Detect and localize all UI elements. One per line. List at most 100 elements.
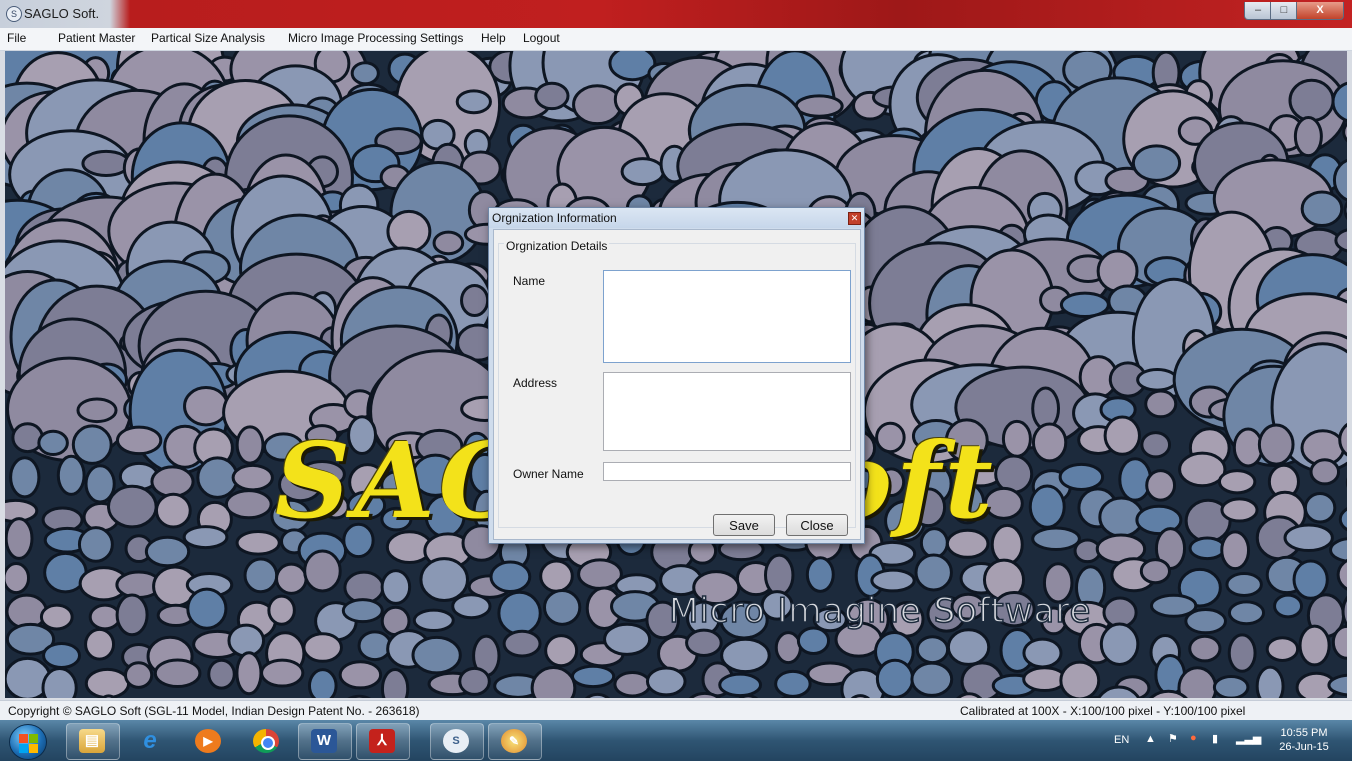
cell-shape xyxy=(539,559,574,593)
taskbar-file-explorer[interactable]: ▤ xyxy=(66,723,120,760)
dialog-titlebar[interactable]: Orgnization Information ✕ xyxy=(489,208,864,228)
cell-shape xyxy=(231,463,274,492)
cell-shape xyxy=(1140,431,1172,459)
taskbar-chrome[interactable] xyxy=(240,723,294,760)
cell-shape xyxy=(489,560,532,594)
name-label: Name xyxy=(513,274,546,288)
clock-time: 10:55 PM xyxy=(1280,727,1328,739)
start-orb-icon[interactable] xyxy=(9,724,47,760)
clock[interactable]: 10:55 PM 26-Jun-15 xyxy=(1274,726,1334,754)
save-button[interactable]: Save xyxy=(713,514,775,536)
cell-shape xyxy=(303,549,342,593)
owner-name-field[interactable] xyxy=(603,462,851,481)
cell-shape xyxy=(645,666,687,697)
cell-shape xyxy=(451,593,492,620)
cell-shape xyxy=(235,651,263,696)
taskbar-saglo[interactable]: S xyxy=(430,723,484,760)
cell-shape xyxy=(71,424,113,465)
close-button[interactable]: Close xyxy=(786,514,848,536)
network-signal-icon[interactable]: ▂▃▅ xyxy=(1236,732,1261,745)
address-field[interactable] xyxy=(603,372,851,451)
cell-shape xyxy=(1217,469,1257,495)
cell-shape xyxy=(107,484,158,529)
menu-micro-image-processing[interactable]: Micro Image Processing xyxy=(288,31,417,45)
address-label: Address xyxy=(513,376,558,390)
cell-shape xyxy=(910,661,954,697)
cell-shape xyxy=(946,628,991,666)
cell-shape xyxy=(1225,572,1263,597)
cell-shape xyxy=(805,556,835,593)
windows-flag-green xyxy=(29,734,38,743)
cell-shape xyxy=(1031,526,1081,551)
cell-shape xyxy=(350,61,380,86)
cell-shape xyxy=(1265,636,1300,662)
language-indicator[interactable]: EN xyxy=(1114,734,1129,746)
menu-help[interactable]: Help xyxy=(481,31,506,45)
cell-shape xyxy=(41,667,78,698)
maximize-button[interactable]: □ xyxy=(1270,2,1298,20)
cell-shape xyxy=(1309,458,1341,486)
taskbar-internet-explorer[interactable]: e xyxy=(124,723,178,760)
cell-shape xyxy=(186,587,228,630)
cell-shape xyxy=(1220,497,1259,523)
cell-shape xyxy=(1283,523,1334,553)
cell-shape xyxy=(123,661,154,689)
cell-shape xyxy=(1273,593,1304,619)
power-icon[interactable]: ▮ xyxy=(1212,732,1218,745)
cell-shape xyxy=(153,658,202,689)
cell-shape xyxy=(115,593,149,637)
cell-shape xyxy=(5,562,31,595)
cell-shape xyxy=(1257,423,1295,466)
cell-shape xyxy=(81,149,131,177)
cell-shape xyxy=(1255,665,1285,698)
cell-shape xyxy=(1136,367,1179,392)
file-explorer-icon: ▤ xyxy=(79,729,105,753)
taskbar-paint[interactable]: ✎ xyxy=(488,723,542,760)
menu-file[interactable]: File xyxy=(7,31,26,45)
cell-shape xyxy=(774,669,812,698)
cell-shape xyxy=(1131,144,1182,182)
cell-shape xyxy=(1298,624,1331,667)
cell-shape xyxy=(39,603,74,631)
cell-shape xyxy=(502,629,542,658)
cell-shape xyxy=(227,623,266,658)
menu-partical-size-analysis[interactable]: Partical Size Analysis xyxy=(151,31,265,45)
menu-patient-master[interactable]: Patient Master xyxy=(58,31,135,45)
menu-logout[interactable]: Logout xyxy=(523,31,560,45)
taskbar-acrobat[interactable]: ⅄ xyxy=(356,723,410,760)
cell-shape xyxy=(1227,600,1266,626)
cell-shape xyxy=(458,666,491,696)
cell-shape xyxy=(235,530,281,556)
name-field[interactable] xyxy=(603,270,851,363)
cell-shape xyxy=(115,425,163,456)
cell-shape xyxy=(84,667,131,698)
dialog-close-icon[interactable]: ✕ xyxy=(848,212,861,225)
cell-shape xyxy=(460,283,490,318)
window-titlebar[interactable]: S SAGLO Soft. – □ X xyxy=(0,0,1352,28)
cell-shape xyxy=(144,535,191,568)
dialog-title: Orgnization Information xyxy=(492,211,617,225)
cell-shape xyxy=(182,525,229,550)
action-center-flag-icon[interactable]: ⚑ xyxy=(1168,732,1178,745)
window-close-button[interactable]: X xyxy=(1296,2,1344,20)
acrobat-icon: ⅄ xyxy=(369,729,395,753)
cell-shape xyxy=(544,634,579,668)
cell-shape xyxy=(11,422,44,454)
taskbar-word[interactable]: W xyxy=(298,723,352,760)
cell-shape xyxy=(150,465,195,498)
cell-shape xyxy=(432,230,465,256)
cell-shape xyxy=(386,209,432,254)
word-icon: W xyxy=(311,729,337,753)
internet-explorer-icon: e xyxy=(143,727,157,754)
minimize-button[interactable]: – xyxy=(1244,2,1272,20)
show-hidden-icons-icon[interactable]: ▲ xyxy=(1145,733,1156,745)
cell-shape xyxy=(380,569,412,605)
brand-tagline: Micro Imagine Software xyxy=(668,590,1092,632)
security-icon[interactable]: ● xyxy=(1190,732,1197,744)
menu-settings[interactable]: Settings xyxy=(420,31,463,45)
cell-shape xyxy=(1303,492,1337,524)
cell-shape xyxy=(307,668,338,698)
taskbar-media-player[interactable]: ▶ xyxy=(182,723,236,760)
cell-shape xyxy=(183,385,229,427)
cell-shape xyxy=(267,594,296,626)
